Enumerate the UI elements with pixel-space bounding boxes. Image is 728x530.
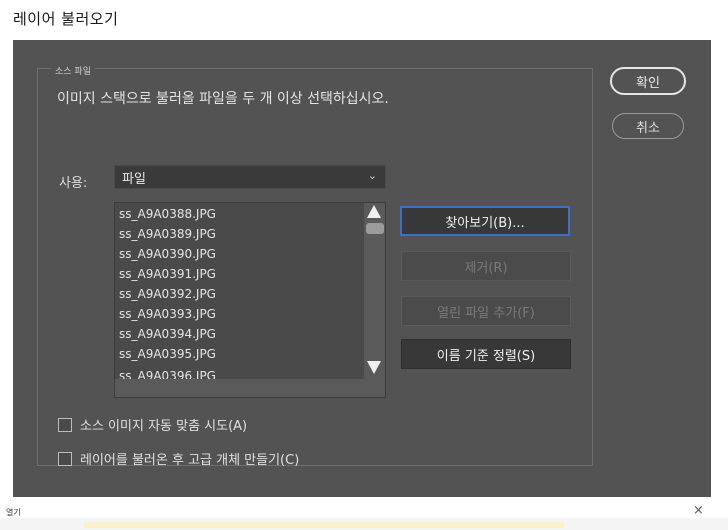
scroll-down-arrow-icon[interactable] [367,361,381,374]
cancel-button[interactable]: 취소 [612,113,684,139]
window-title: 레이어 불러오기 [13,10,119,28]
load-layers-dialog: 소스 파일 이미지 스택으로 불러올 파일을 두 개 이상 선택하십시오. 확인… [13,40,711,497]
list-item[interactable]: ss_A9A0392.JPG [119,287,216,301]
list-item[interactable]: ss_A9A0389.JPG [119,227,216,241]
chevron-down-icon: ⌄ [367,169,377,182]
source-files-legend: 소스 파일 [51,64,95,77]
list-item[interactable]: ss_A9A0388.JPG [119,207,216,221]
open-dialog-address-bar[interactable] [84,522,564,528]
list-item[interactable]: ss_A9A0394.JPG [119,327,216,341]
horizontal-scrollbar[interactable] [115,379,364,397]
instruction-text: 이미지 스택으로 불러올 파일을 두 개 이상 선택하십시오. [57,91,389,107]
browse-button[interactable]: 찾아보기(B)... [400,206,570,236]
use-select-value: 파일 [122,171,146,187]
sort-by-name-button[interactable]: 이름 기준 정렬(S) [401,339,571,369]
auto-align-label: 소스 이미지 자동 맞춤 시도(A) [80,419,248,434]
list-item[interactable]: ss_A9A0390.JPG [119,247,216,261]
smart-object-option[interactable]: 레이어를 불러온 후 고급 개체 만들기(C) [58,449,299,468]
smart-object-label: 레이어를 불러온 후 고급 개체 만들기(C) [80,453,300,468]
file-list[interactable]: ss_A9A0388.JPG ss_A9A0389.JPG ss_A9A0390… [114,202,386,398]
list-item[interactable]: ss_A9A0393.JPG [119,307,216,321]
open-dialog-title: 열기 [6,508,21,517]
auto-align-checkbox[interactable] [58,417,72,432]
use-label: 사용: [59,176,88,191]
remove-button[interactable]: 제거(R) [401,251,571,281]
scrollbar-thumb[interactable] [366,223,384,234]
list-item[interactable]: ss_A9A0391.JPG [119,267,216,281]
list-item[interactable]: ss_A9A0395.JPG [119,347,216,361]
use-select[interactable]: 파일 ⌄ [114,165,386,189]
close-icon[interactable]: × [693,503,704,518]
ok-button[interactable]: 확인 [610,67,686,95]
smart-object-checkbox[interactable] [58,451,72,466]
add-open-files-button[interactable]: 열린 파일 추가(F) [401,296,571,326]
scroll-up-arrow-icon[interactable] [367,205,381,218]
auto-align-option[interactable]: 소스 이미지 자동 맞춤 시도(A) [58,415,247,434]
